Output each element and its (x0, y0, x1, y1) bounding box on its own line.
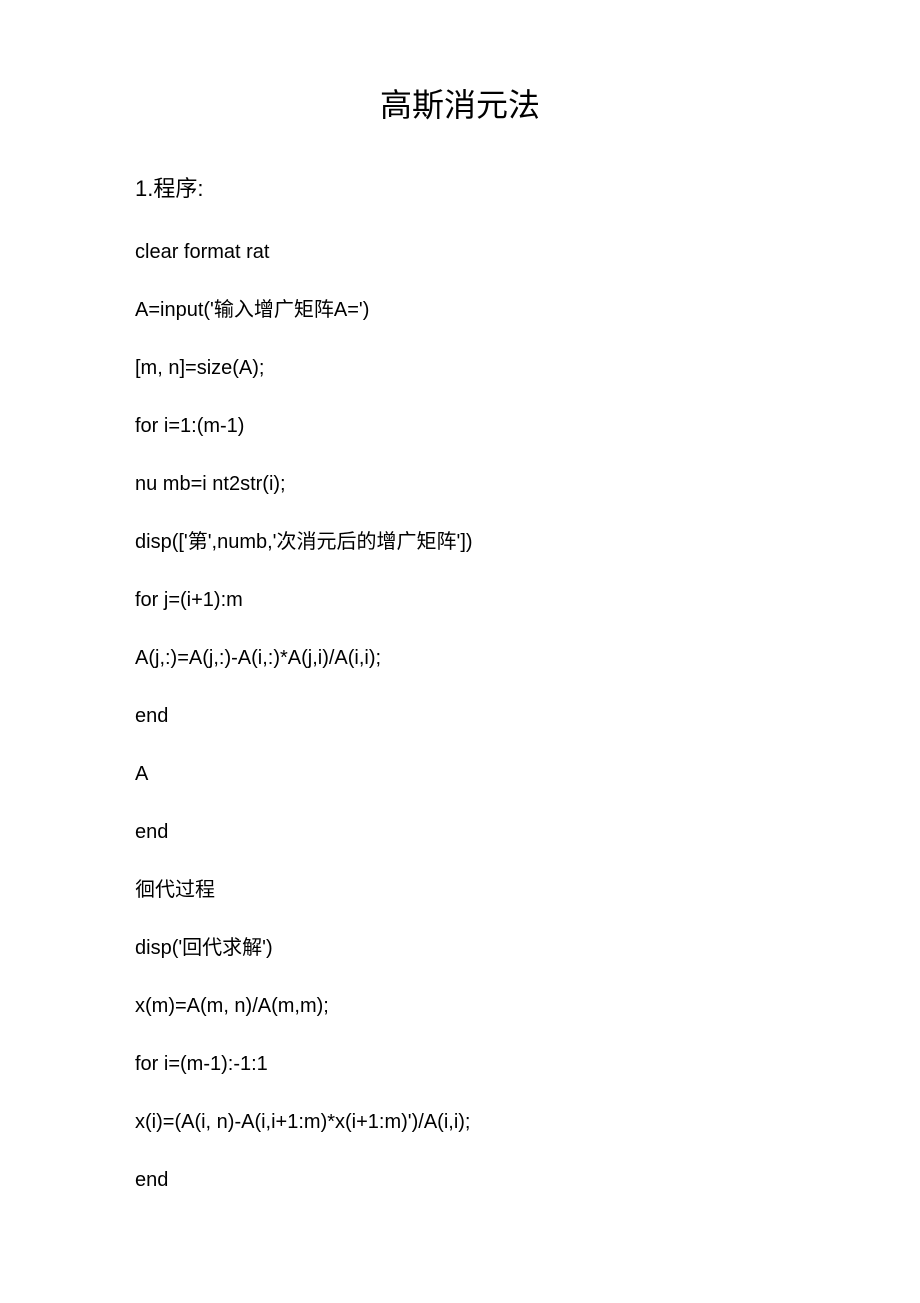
code-line: end (135, 818, 785, 846)
code-line: end (135, 702, 785, 730)
code-line: clear format rat (135, 238, 785, 266)
code-line: nu mb=i nt2str(i); (135, 470, 785, 498)
code-line: for i=1:(m-1) (135, 412, 785, 440)
code-line: A(j,:)=A(j,:)-A(i,:)*A(j,i)/A(i,i); (135, 644, 785, 672)
code-line: for i=(m-1):-1:1 (135, 1050, 785, 1078)
code-line: x(m)=A(m, n)/A(m,m); (135, 992, 785, 1020)
code-line: 徊代过程 (135, 876, 785, 904)
code-line: x(i)=(A(i, n)-A(i,i+1:m)*x(i+1:m)')/A(i,… (135, 1108, 785, 1136)
document-title: 高斯消元法 (135, 80, 785, 126)
code-line: A=input('输入增广矩阵A=') (135, 296, 785, 324)
code-line: [m, n]=size(A); (135, 354, 785, 382)
code-line: A (135, 760, 785, 788)
code-line: disp('回代求解') (135, 934, 785, 962)
section-header: 1.程序: (135, 171, 785, 203)
code-line: end (135, 1166, 785, 1194)
code-line: for j=(i+1):m (135, 586, 785, 614)
code-line: disp(['第',numb,'次消元后的增广矩阵']) (135, 528, 785, 556)
